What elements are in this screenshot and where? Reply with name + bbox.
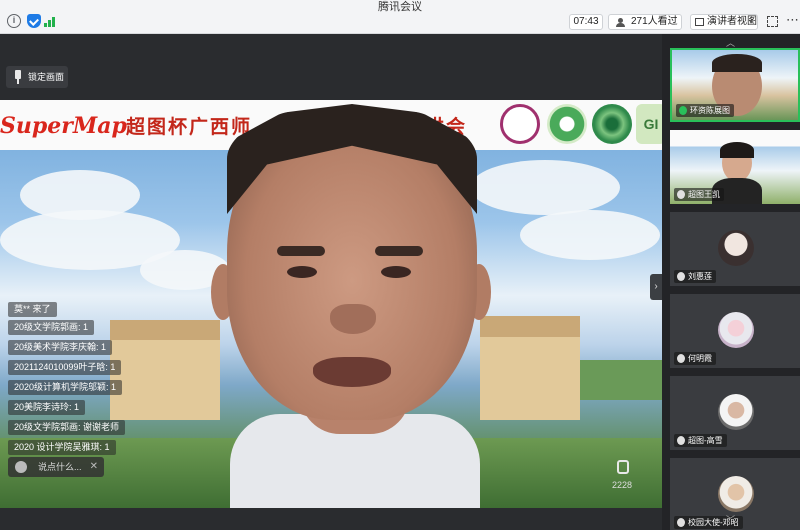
people-icon [616,18,626,27]
layout-icon [695,18,704,26]
like-count: 2228 [612,480,633,490]
participant-name: 何明霞 [674,352,716,365]
gis-logo: GI [636,104,662,144]
app-title: 腾讯会议 [378,1,422,13]
viewers-count-button[interactable]: 271人看过 [608,14,682,30]
chat-message: 20美院李诗玲: 1 [8,400,86,415]
chat-message: 2021124010099叶子晗: 1 [8,360,122,375]
chat-message: 20级文学院郭画: 1 [8,320,95,335]
mic-icon [677,190,685,199]
mic-icon [677,436,685,445]
participant-tile[interactable]: 超图王凯 [670,130,800,204]
participant-tile[interactable]: 环资陈展图 [670,48,800,122]
association-logo [547,104,587,144]
chat-message: 莫** 来了 [8,302,57,317]
chat-message: 2020 设计学院吴雅琪: 1 [8,440,116,455]
like-button[interactable] [610,458,636,478]
collapse-sidebar-button[interactable]: › [650,274,662,300]
network-signal-icon[interactable] [44,15,58,27]
university-seal-logo [500,104,540,144]
avatar [718,230,754,266]
viewers-label: 271人看过 [631,16,678,27]
close-icon[interactable]: ✕ [90,457,98,477]
main-stage: SuperMap 超图杯广西师 讲会 GI 锁定画面 › [0,34,662,530]
participant-name: 超图王凯 [674,188,724,201]
avatar [718,312,754,348]
avatar [718,476,754,512]
security-shield-icon[interactable] [27,14,41,28]
chevron-down-icon: ▾ [748,17,753,26]
lock-screen-button[interactable]: 锁定画面 [6,66,68,88]
chat-message: 20级文学院郭画: 谢谢老师 [8,420,126,435]
brand-logo-text: SuperMap [0,113,127,139]
emoji-icon[interactable] [15,461,27,473]
mic-on-icon [679,106,687,115]
participant-name: 刘惠莲 [674,270,716,283]
pin-icon [15,70,21,84]
lock-screen-label: 锁定画面 [28,72,65,82]
scroll-down-icon[interactable]: ﹀ [726,513,735,526]
participant-tile[interactable]: 刘惠莲 [670,212,800,286]
mic-icon [677,354,685,363]
avatar [718,394,754,430]
participant-tile[interactable]: 何明霞 [670,294,800,368]
chat-message: 2020级计算机学院邬颖: 1 [8,380,123,395]
participant-name: 超图-高雪 [674,434,727,447]
participant-tile[interactable]: 超图-高雪 [670,376,800,450]
participant-name: 环资陈展图 [676,104,734,117]
chat-message: 20级美术学院李庆翰: 1 [8,340,113,355]
thumbs-up-icon [617,460,629,474]
chat-placeholder: 说点什么... [38,462,82,472]
participant-sidebar: ︿ 环资陈展图 超图王凯 刘惠莲 何明霞 超图-高雪 校园大使-邓昭 ﹀ [662,34,800,530]
meeting-timer: 07:43 [569,14,603,30]
view-mode-dropdown[interactable]: 演讲者视图 ▾ [690,14,758,30]
chat-input[interactable]: 说点什么... ✕ [8,457,104,477]
fullscreen-icon[interactable] [767,16,778,27]
mic-icon [677,518,685,527]
info-icon[interactable]: i [7,14,21,28]
environment-logo [592,104,632,144]
mic-icon [677,272,685,281]
top-toolbar: 腾讯会议 i 07:43 271人看过 演讲者视图 ▾ ⋯ [0,0,800,34]
presenter-figure [205,104,495,508]
more-icon[interactable]: ⋯ [786,12,799,28]
